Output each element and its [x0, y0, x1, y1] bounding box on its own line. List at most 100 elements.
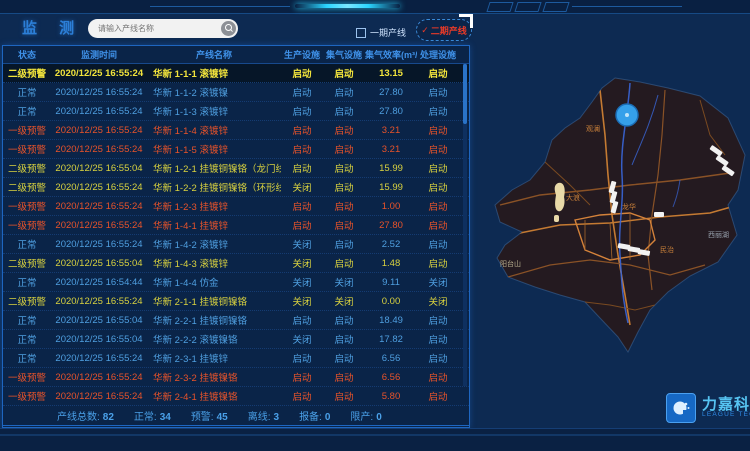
- cell-status: 正常: [3, 85, 51, 99]
- cell-time: 2020/12/25 16:55:24: [51, 144, 147, 155]
- table-row[interactable]: 二级预警2020/12/25 16:55:24华新 2-1-1 挂镀铜镍铬关闭关…: [3, 292, 469, 311]
- cell-eff: 0.00: [365, 296, 417, 307]
- cell-time: 2020/12/25 16:55:24: [51, 68, 147, 79]
- table-row[interactable]: 正常2020/12/25 16:55:04华新 2-2-2 滚镀镍铬关闭启动17…: [3, 330, 469, 349]
- table-row[interactable]: 正常2020/12/25 16:54:44华新 1-4-4 仿金关闭关闭9.11…: [3, 273, 469, 292]
- cell-treat: 启动: [417, 351, 459, 365]
- cell-gas: 启动: [323, 389, 365, 403]
- cell-time: 2020/12/25 16:55:24: [51, 353, 147, 364]
- cell-time: 2020/12/25 16:55:24: [51, 220, 147, 231]
- table-row[interactable]: 正常2020/12/25 16:55:24华新 1-1-2 滚镀镍启动启动27.…: [3, 83, 469, 102]
- cell-name: 华新 2-1-1 挂镀铜镍铬: [147, 294, 281, 308]
- table-scrollbar[interactable]: [463, 64, 467, 386]
- cell-prod: 关闭: [281, 275, 323, 289]
- table-row[interactable]: 一级预警2020/12/25 16:55:24华新 1-1-5 滚镀锌启动启动3…: [3, 140, 469, 159]
- cell-time: 2020/12/25 16:55:04: [51, 258, 147, 269]
- map-label-yangtaishan: 阳台山: [500, 259, 521, 268]
- cell-status: 正常: [3, 351, 51, 365]
- decor-box: [542, 2, 569, 12]
- cell-treat: 启动: [417, 199, 459, 213]
- table-row[interactable]: 二级预警2020/12/25 16:55:24华新 1-2-2 挂镀铜镍铬（环形…: [3, 178, 469, 197]
- cell-prod: 启动: [281, 199, 323, 213]
- cell-gas: 启动: [323, 85, 365, 99]
- cell-gas: 启动: [323, 123, 365, 137]
- table-row[interactable]: 一级预警2020/12/25 16:55:24华新 1-4-1 挂镀锌启动启动2…: [3, 216, 469, 235]
- cell-status: 正常: [3, 237, 51, 251]
- cell-eff: 13.15: [365, 68, 417, 79]
- company-logo: 力嘉科技 LEAGUE TECH: [666, 393, 750, 423]
- cell-time: 2020/12/25 16:55:24: [51, 239, 147, 250]
- cell-gas: 启动: [323, 142, 365, 156]
- cell-treat: 启动: [417, 142, 459, 156]
- table-row[interactable]: 一级预警2020/12/25 16:55:24华新 1-2-3 挂镀锌启动启动1…: [3, 197, 469, 216]
- summary-total: 产线总数:82: [57, 408, 114, 423]
- cell-prod: 关闭: [281, 332, 323, 346]
- summary-normal: 正常:34: [134, 408, 171, 423]
- cell-status: 正常: [3, 275, 51, 289]
- cell-gas: 启动: [323, 180, 365, 194]
- table-row[interactable]: 二级预警2020/12/25 16:55:04华新 1-2-1 挂镀铜镍铬（龙门…: [3, 159, 469, 178]
- cell-treat: 启动: [417, 85, 459, 99]
- table-row[interactable]: 正常2020/12/25 16:55:24华新 2-3-1 挂镀锌启动启动6.5…: [3, 349, 469, 368]
- table-header-row: 状态 监测时间 产线名称 生产设施 集气设施 集气效率(m³/s) 处理设施: [3, 46, 469, 64]
- cell-gas: 启动: [323, 351, 365, 365]
- cell-treat: 关闭: [417, 275, 459, 289]
- table-row[interactable]: 一级预警2020/12/25 16:55:24华新 2-3-2 挂镀镍铬启动启动…: [3, 368, 469, 387]
- table-row[interactable]: 一级预警2020/12/25 16:55:24华新 2-4-1 挂镀镍铬启动启动…: [3, 387, 469, 406]
- cell-time: 2020/12/25 16:55:04: [51, 334, 147, 345]
- cell-time: 2020/12/25 16:55:24: [51, 182, 147, 193]
- col-header-name: 产线名称: [147, 48, 281, 61]
- cell-status: 二级预警: [3, 180, 51, 194]
- cell-prod: 启动: [281, 66, 323, 80]
- table-row[interactable]: 二级预警2020/12/25 16:55:24华新 1-1-1 滚镀锌启动启动1…: [3, 64, 469, 83]
- decor-line: [150, 6, 290, 7]
- cell-name: 华新 1-1-3 滚镀锌: [147, 104, 281, 118]
- table-body: 二级预警2020/12/25 16:55:24华新 1-1-1 滚镀锌启动启动1…: [3, 64, 469, 406]
- cell-time: 2020/12/25 16:55:24: [51, 125, 147, 136]
- cell-time: 2020/12/25 16:55:04: [51, 315, 147, 326]
- cell-prod: 启动: [281, 218, 323, 232]
- cell-time: 2020/12/25 16:55:24: [51, 391, 147, 402]
- logo-mark-icon: [666, 393, 696, 423]
- district-map[interactable]: 观澜 大浪 龙华 民治 阳台山 西丽湖: [480, 55, 750, 400]
- search-input[interactable]: [88, 24, 221, 33]
- monitoring-dashboard: { "header": { "title": "监 测", "search_pl…: [0, 0, 750, 450]
- cell-time: 2020/12/25 16:55:24: [51, 87, 147, 98]
- table-row[interactable]: 正常2020/12/25 16:55:04华新 2-2-1 挂镀铜镍铬启动启动1…: [3, 311, 469, 330]
- cell-name: 华新 1-1-5 滚镀锌: [147, 142, 281, 156]
- col-header-eff: 集气效率(m³/s): [365, 48, 417, 61]
- cell-eff: 9.11: [365, 277, 417, 288]
- cell-status: 正常: [3, 313, 51, 327]
- scrollbar-thumb[interactable]: [463, 64, 467, 124]
- cell-treat: 启动: [417, 180, 459, 194]
- cell-prod: 启动: [281, 351, 323, 365]
- cell-treat: 启动: [417, 161, 459, 175]
- cell-gas: 启动: [323, 313, 365, 327]
- summary-offline: 离线:3: [248, 408, 279, 423]
- cell-prod: 启动: [281, 123, 323, 137]
- cell-status: 一级预警: [3, 142, 51, 156]
- glow-line-decor: [295, 4, 400, 8]
- table-row[interactable]: 一级预警2020/12/25 16:55:24华新 1-1-4 滚镀锌启动启动3…: [3, 121, 469, 140]
- cell-gas: 启动: [323, 66, 365, 80]
- table-row[interactable]: 正常2020/12/25 16:55:24华新 1-4-2 滚镀锌关闭启动2.5…: [3, 235, 469, 254]
- cell-prod: 启动: [281, 389, 323, 403]
- cell-status: 一级预警: [3, 123, 51, 137]
- cell-treat: 启动: [417, 104, 459, 118]
- cell-status: 一级预警: [3, 389, 51, 403]
- search-box[interactable]: [88, 19, 238, 38]
- monitor-table-panel: 状态 监测时间 产线名称 生产设施 集气设施 集气效率(m³/s) 处理设施 二…: [2, 45, 470, 428]
- table-row[interactable]: 二级预警2020/12/25 16:55:04华新 1-4-3 滚镀锌关闭启动1…: [3, 254, 469, 273]
- checkbox-icon[interactable]: [356, 28, 366, 38]
- cell-treat: 启动: [417, 370, 459, 384]
- map-label-guanlan: 观澜: [586, 124, 600, 133]
- cell-eff: 27.80: [365, 106, 417, 117]
- cell-eff: 3.21: [365, 125, 417, 136]
- cell-name: 华新 1-2-3 挂镀锌: [147, 199, 281, 213]
- table-row[interactable]: 正常2020/12/25 16:55:24华新 1-1-3 滚镀锌启动启动27.…: [3, 102, 469, 121]
- phase1-checkbox[interactable]: 一期产线: [356, 26, 406, 39]
- summary-reported: 报备:0: [299, 408, 330, 423]
- cell-prod: 启动: [281, 85, 323, 99]
- cell-time: 2020/12/25 16:54:44: [51, 277, 147, 288]
- search-icon[interactable]: [221, 21, 236, 36]
